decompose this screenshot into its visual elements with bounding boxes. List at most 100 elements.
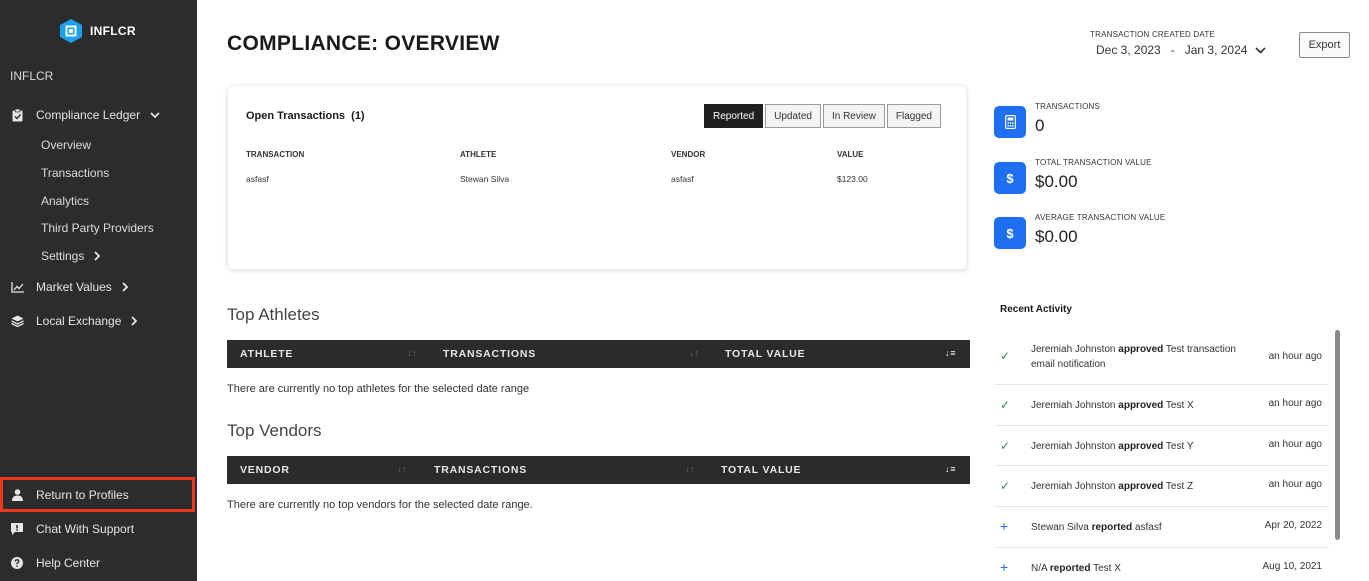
col-vendor: VENDOR: [671, 150, 706, 159]
filter-updated[interactable]: Updated: [765, 104, 821, 128]
nav-settings-label: Settings: [41, 249, 85, 263]
list-item[interactable]: ✓ Jeremiah Johnston approved Test transa…: [994, 330, 1329, 385]
top-athletes-title: Top Athletes: [227, 305, 320, 324]
chat-icon: [10, 522, 24, 536]
nav-local-exchange[interactable]: Local Exchange: [0, 307, 197, 335]
cell-vendor: asfasf: [671, 174, 694, 184]
activity-time: Apr 20, 2022: [1264, 520, 1322, 531]
nav-help-center[interactable]: Help Center: [0, 549, 197, 577]
list-item[interactable]: ✓ Jeremiah Johnston approved Test Y an h…: [994, 426, 1329, 466]
chevron-right-icon: [131, 316, 138, 326]
stat-label: TOTAL TRANSACTION VALUE: [1035, 158, 1152, 167]
stat-value: $0.00: [1035, 227, 1078, 246]
nav-compliance-ledger-label: Compliance Ledger: [36, 108, 141, 122]
cell-athlete: Stewan Silva: [460, 174, 510, 184]
open-transactions-card: Open Transactions (1) Reported Updated I…: [228, 86, 966, 269]
filter-in-review[interactable]: In Review: [822, 104, 885, 128]
clipboard-icon: [10, 108, 24, 122]
chevron-down-icon: [1255, 46, 1267, 54]
nav-overview[interactable]: Overview: [41, 133, 91, 157]
nav-third-party-providers[interactable]: Third Party Providers: [41, 216, 154, 240]
col-value: VALUE: [837, 150, 864, 159]
date-range-picker[interactable]: Dec 3, 2023 - Jan 3, 2024: [1096, 43, 1267, 57]
sort-icon[interactable]: ↓↑: [407, 348, 418, 358]
activity-time: Aug 10, 2021: [1262, 561, 1323, 572]
sort-icon[interactable]: ↓↑: [685, 464, 696, 474]
check-icon: ✓: [1000, 398, 1011, 412]
col-transactions[interactable]: TRANSACTIONS: [443, 348, 536, 360]
activity-text: Jeremiah Johnston approved Test Z: [1031, 481, 1194, 492]
activity-text: Jeremiah Johnston approved Test X: [1031, 400, 1194, 411]
nav-return-to-profiles[interactable]: Return to Profiles: [0, 477, 195, 512]
col-vendor[interactable]: VENDOR: [240, 464, 290, 476]
nav-help-label: Help Center: [36, 556, 101, 570]
date-filter-label: TRANSACTION CREATED DATE: [1090, 30, 1215, 39]
nav-transactions[interactable]: Transactions: [41, 161, 109, 185]
export-button[interactable]: Export: [1299, 32, 1350, 58]
activity-text: Jeremiah Johnston approved Test Y: [1031, 441, 1194, 452]
check-icon: ✓: [1000, 479, 1011, 493]
filter-reported[interactable]: Reported: [704, 104, 764, 128]
activity-text: Stewan Silva reported asfasf: [1031, 522, 1162, 533]
open-transactions-count: (1): [351, 110, 365, 122]
nav-chat-with-support[interactable]: Chat With Support: [0, 515, 197, 543]
open-transactions-title: Open Transactions (1): [246, 110, 365, 122]
sort-icon[interactable]: ↓↑: [689, 348, 700, 358]
chevron-right-icon: [122, 282, 129, 292]
dollar-icon: $: [994, 162, 1026, 194]
activity-text: N/A reported Test X: [1031, 563, 1121, 574]
nav-market-values-label: Market Values: [36, 280, 112, 294]
page-title: COMPLIANCE: OVERVIEW: [227, 32, 500, 55]
top-vendors-title: Top Vendors: [227, 421, 322, 440]
activity-time: an hour ago: [1268, 398, 1322, 409]
calculator-icon: [994, 106, 1026, 138]
plus-icon: +: [1000, 559, 1009, 575]
recent-activity-list[interactable]: ✓ Jeremiah Johnston approved Test transa…: [994, 330, 1329, 581]
list-item[interactable]: + Stewan Silva reported asfasf Apr 20, 2…: [994, 507, 1329, 548]
nav-chat-label: Chat With Support: [36, 522, 135, 536]
open-transactions-title-text: Open Transactions: [246, 110, 346, 122]
plus-icon: +: [1000, 518, 1009, 534]
date-separator: -: [1170, 43, 1175, 57]
top-vendors-empty-message: There are currently no top vendors for t…: [227, 499, 533, 511]
nav-market-values[interactable]: Market Values: [0, 273, 197, 301]
date-from: Dec 3, 2023: [1096, 43, 1161, 57]
recent-activity-scrollbar[interactable]: [1335, 330, 1340, 540]
stat-value: $0.00: [1035, 172, 1078, 191]
filter-flagged[interactable]: Flagged: [886, 104, 941, 128]
cell-value: $123.00: [837, 174, 868, 184]
activity-time: an hour ago: [1268, 351, 1322, 362]
col-total-value[interactable]: TOTAL VALUE: [725, 348, 805, 360]
nav-analytics[interactable]: Analytics: [41, 189, 89, 213]
top-vendors-table-header: VENDOR ↓↑ TRANSACTIONS ↓↑ TOTAL VALUE ↓≡: [227, 456, 970, 484]
logo-text: INFLCR: [90, 24, 136, 38]
stat-value: 0: [1035, 116, 1045, 135]
nav-return-to-profiles-label: Return to Profiles: [36, 487, 129, 502]
top-athletes-empty-message: There are currently no top athletes for …: [227, 383, 530, 395]
col-transactions[interactable]: TRANSACTIONS: [434, 464, 527, 476]
inflcr-logo-icon: [58, 18, 84, 44]
user-icon: [10, 488, 24, 502]
line-chart-icon: [10, 280, 24, 294]
top-athletes-table-header: ATHLETE ↓↑ TRANSACTIONS ↓↑ TOTAL VALUE ↓…: [227, 340, 970, 368]
recent-activity-title: Recent Activity: [1000, 304, 1072, 315]
col-total-value[interactable]: TOTAL VALUE: [721, 464, 801, 476]
nav-settings[interactable]: Settings: [41, 244, 101, 268]
nav-compliance-ledger[interactable]: Compliance Ledger: [0, 101, 197, 129]
sort-icon[interactable]: ↓↑: [397, 464, 408, 474]
check-icon: ✓: [1000, 439, 1011, 453]
dollar-icon: $: [994, 217, 1026, 249]
activity-time: an hour ago: [1268, 439, 1322, 450]
chevron-down-icon: [150, 111, 160, 119]
list-item[interactable]: ✓ Jeremiah Johnston approved Test Z an h…: [994, 466, 1329, 507]
layers-icon: [10, 314, 24, 328]
brand-logo[interactable]: INFLCR: [58, 18, 136, 44]
list-item[interactable]: ✓ Jeremiah Johnston approved Test X an h…: [994, 385, 1329, 426]
check-icon: ✓: [1000, 349, 1011, 363]
date-to: Jan 3, 2024: [1184, 43, 1248, 57]
col-athlete[interactable]: ATHLETE: [240, 348, 293, 360]
sort-descending-icon[interactable]: ↓≡: [945, 464, 956, 474]
status-filter-group: Reported Updated In Review Flagged: [704, 104, 941, 128]
list-item[interactable]: + N/A reported Test X Aug 10, 2021: [994, 548, 1329, 581]
sort-descending-icon[interactable]: ↓≡: [945, 348, 956, 358]
